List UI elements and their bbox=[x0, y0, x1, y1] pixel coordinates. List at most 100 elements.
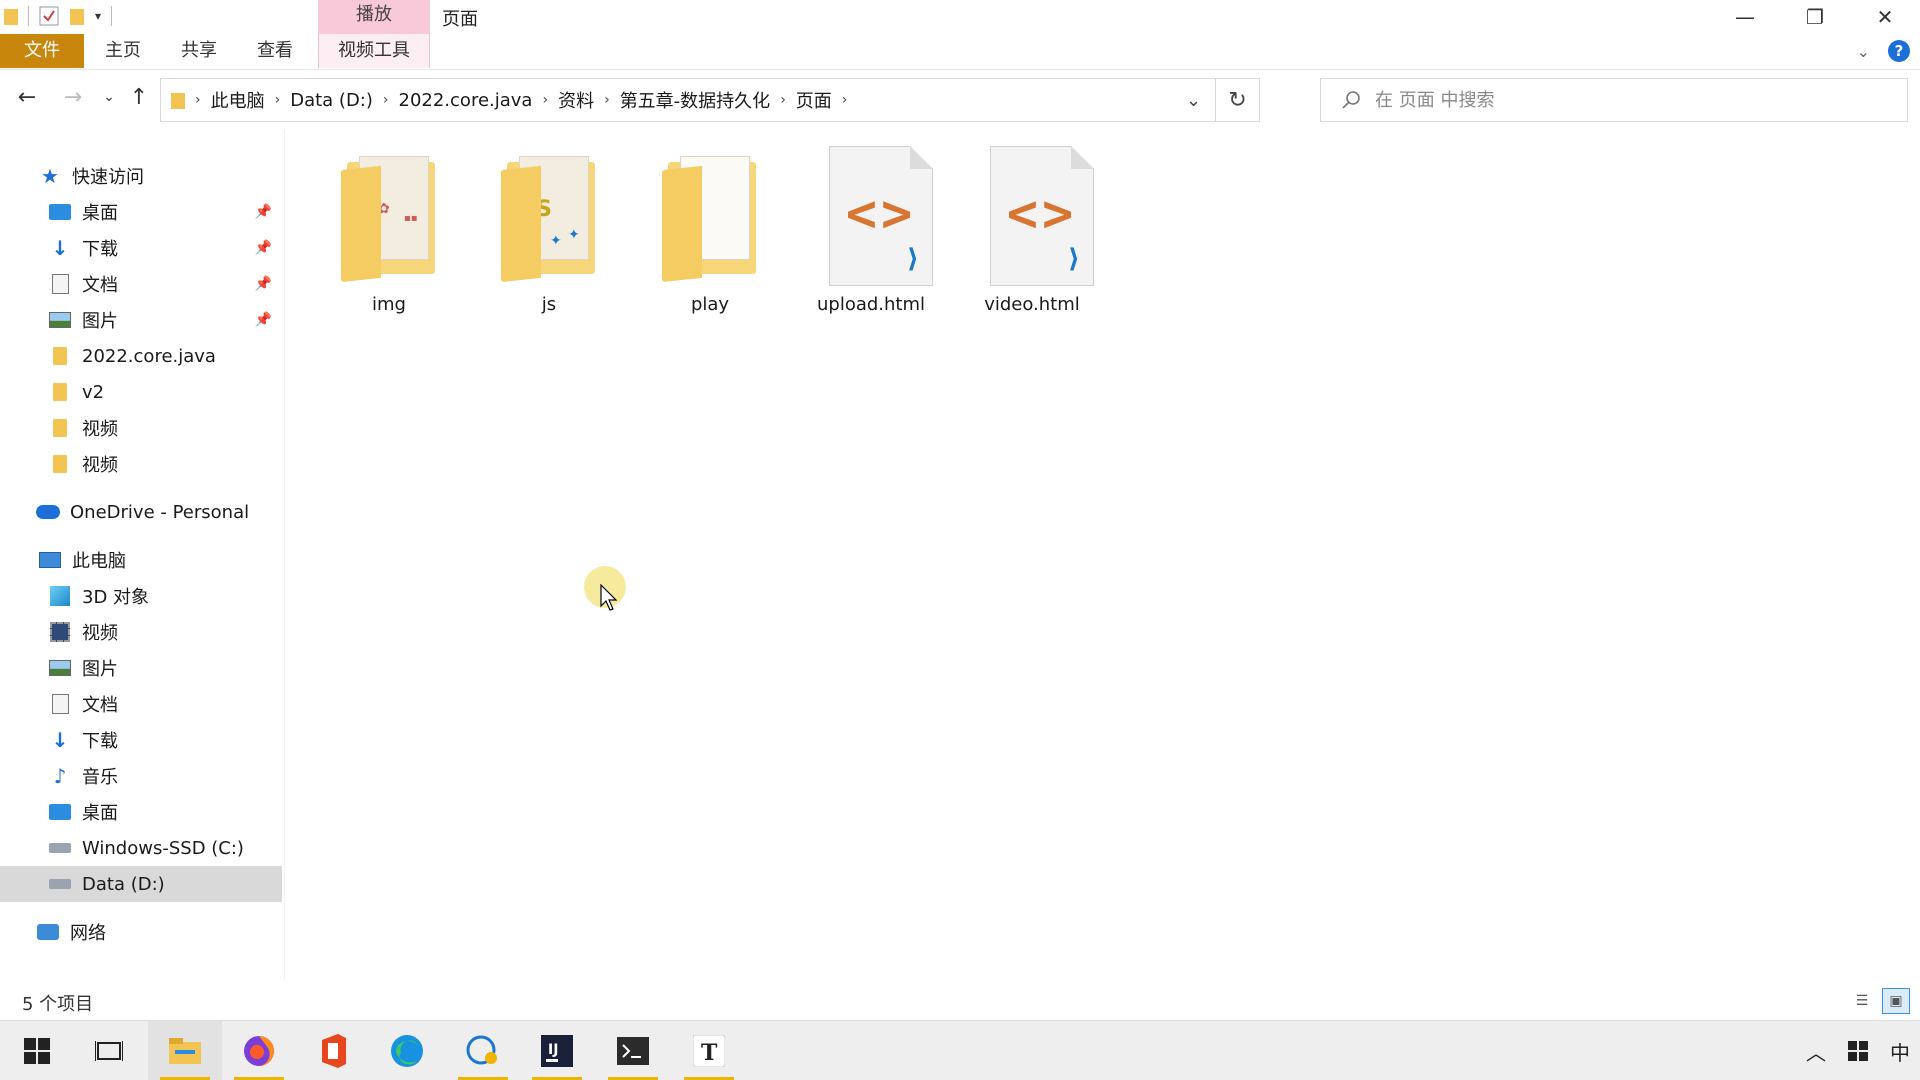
new-folder-icon[interactable] bbox=[69, 6, 85, 26]
chevron-right-icon[interactable]: › bbox=[275, 92, 281, 108]
details-view-icon[interactable]: ☰ bbox=[1848, 988, 1876, 1014]
up-button[interactable]: ↑ bbox=[124, 82, 154, 112]
nav-drive-c[interactable]: Windows-SSD (C:) bbox=[0, 830, 282, 866]
back-button[interactable]: ← bbox=[12, 82, 42, 112]
vscode-icon: ⟩ bbox=[907, 244, 919, 274]
nav-pc-pictures[interactable]: 图片 bbox=[0, 650, 282, 686]
crumb-core-java[interactable]: 2022.core.java bbox=[399, 90, 533, 111]
close-button[interactable]: ✕ bbox=[1850, 0, 1920, 34]
nav-pc-desktop[interactable]: 桌面 bbox=[0, 794, 282, 830]
chevron-right-icon[interactable]: › bbox=[604, 92, 610, 108]
expand-ribbon-icon[interactable]: ⌄ bbox=[1857, 42, 1870, 61]
address-row: ← → ⌄ ↑ › 此电脑 › Data (D:) › 2022.core.ja… bbox=[0, 72, 1920, 128]
pin-icon[interactable]: 📌 bbox=[255, 240, 272, 256]
nav-drive-d[interactable]: Data (D:) bbox=[0, 866, 282, 902]
nav-downloads[interactable]: ↓ 下载 📌 bbox=[0, 230, 282, 266]
recent-locations-icon[interactable]: ⌄ bbox=[94, 82, 124, 112]
nav-folder-core-java[interactable]: 2022.core.java bbox=[0, 338, 282, 374]
nav-pictures[interactable]: 图片 📌 bbox=[0, 302, 282, 338]
cube-icon bbox=[48, 585, 72, 607]
forward-button[interactable]: → bbox=[58, 82, 88, 112]
search-box[interactable] bbox=[1320, 78, 1908, 122]
file-item-video-html[interactable]: <> ⟩ video.html bbox=[952, 140, 1112, 320]
nav-documents[interactable]: 文档 📌 bbox=[0, 266, 282, 302]
nav-3d-objects[interactable]: 3D 对象 bbox=[0, 578, 282, 614]
tab-video-tools[interactable]: 视频工具 bbox=[318, 34, 430, 68]
nav-music[interactable]: ♪ 音乐 bbox=[0, 758, 282, 794]
chevron-right-icon[interactable]: › bbox=[780, 92, 786, 108]
nav-label: 此电脑 bbox=[72, 551, 126, 572]
taskbar-intellij[interactable]: IJ bbox=[520, 1021, 594, 1080]
computer-icon bbox=[38, 549, 62, 571]
nav-quick-access[interactable]: ★ 快速访问 bbox=[0, 158, 282, 194]
pin-icon[interactable]: 📌 bbox=[255, 276, 272, 292]
folder-icon: JS✦✦ bbox=[489, 140, 609, 290]
edge-icon bbox=[391, 1035, 423, 1067]
nav-folder-video-1[interactable]: 视频 bbox=[0, 410, 282, 446]
chevron-right-icon[interactable]: › bbox=[195, 92, 201, 108]
file-name: play bbox=[690, 294, 730, 315]
pin-icon[interactable]: 📌 bbox=[255, 312, 272, 328]
nav-folder-v2[interactable]: v2 bbox=[0, 374, 282, 410]
ime-mode-icon[interactable] bbox=[1848, 1041, 1868, 1061]
nav-label: 图片 bbox=[82, 659, 118, 680]
restore-button[interactable]: ❐ bbox=[1780, 0, 1850, 34]
navigation-pane: ★ 快速访问 桌面 📌 ↓ 下载 📌 文档 📌 图片 📌 2022.core.j… bbox=[0, 130, 284, 980]
tab-share[interactable]: 共享 bbox=[164, 34, 234, 68]
pane-splitter[interactable] bbox=[284, 130, 285, 980]
refresh-icon[interactable]: ↻ bbox=[1215, 79, 1259, 121]
nav-this-pc[interactable]: 此电脑 bbox=[0, 542, 282, 578]
taskbar-office[interactable] bbox=[296, 1021, 370, 1080]
tab-home[interactable]: 主页 bbox=[88, 34, 158, 68]
file-explorer-icon bbox=[169, 1038, 201, 1064]
crumb-this-pc[interactable]: 此电脑 bbox=[211, 87, 265, 113]
help-icon[interactable]: ? bbox=[1888, 40, 1910, 62]
file-item-upload-html[interactable]: <> ⟩ upload.html bbox=[791, 140, 951, 320]
crumb-chapter5[interactable]: 第五章-数据持久化 bbox=[620, 87, 771, 113]
large-icons-view-icon[interactable]: ▣ bbox=[1882, 988, 1910, 1014]
typora-icon: T bbox=[693, 1035, 725, 1067]
taskbar-edge[interactable] bbox=[370, 1021, 444, 1080]
properties-icon[interactable] bbox=[39, 6, 59, 26]
file-item-play[interactable]: play bbox=[630, 140, 790, 320]
nav-label: 网络 bbox=[70, 923, 106, 944]
nav-network[interactable]: 网络 bbox=[0, 914, 282, 950]
nav-onedrive[interactable]: OneDrive - Personal bbox=[0, 494, 282, 530]
customize-qat-icon[interactable]: ▾ bbox=[95, 9, 101, 23]
nav-folder-video-2[interactable]: 视频 bbox=[0, 446, 282, 482]
nav-videos[interactable]: 视频 bbox=[0, 614, 282, 650]
pin-icon[interactable]: 📌 bbox=[255, 204, 272, 220]
chevron-right-icon[interactable]: › bbox=[842, 92, 848, 108]
taskbar-firefox[interactable] bbox=[222, 1021, 296, 1080]
task-view-button[interactable] bbox=[72, 1021, 146, 1080]
folder-icon bbox=[48, 453, 72, 475]
taskbar-terminal[interactable] bbox=[596, 1021, 670, 1080]
address-dropdown-icon[interactable]: ⌄ bbox=[1171, 79, 1215, 121]
nav-pc-documents[interactable]: 文档 bbox=[0, 686, 282, 722]
show-hidden-icons-icon[interactable]: ︿ bbox=[1806, 1037, 1826, 1066]
tab-file[interactable]: 文件 bbox=[0, 34, 84, 68]
taskbar-chat[interactable] bbox=[446, 1021, 520, 1080]
address-bar[interactable]: › 此电脑 › Data (D:) › 2022.core.java › 资料 … bbox=[160, 78, 1260, 122]
input-language-indicator[interactable]: 中 bbox=[1890, 1037, 1910, 1066]
folder-icon bbox=[48, 381, 72, 403]
chevron-right-icon[interactable]: › bbox=[542, 92, 548, 108]
separator bbox=[111, 6, 113, 26]
minimize-button[interactable]: — bbox=[1710, 0, 1780, 34]
nav-desktop[interactable]: 桌面 📌 bbox=[0, 194, 282, 230]
taskbar-file-explorer[interactable] bbox=[148, 1021, 222, 1080]
start-button[interactable] bbox=[0, 1021, 74, 1080]
title-bar: ▾ 播放 页面 — ❐ ✕ bbox=[0, 0, 1920, 34]
taskbar-typora[interactable]: T bbox=[672, 1021, 746, 1080]
chevron-right-icon[interactable]: › bbox=[383, 92, 389, 108]
crumb-pages[interactable]: 页面 bbox=[796, 87, 832, 113]
tab-view[interactable]: 查看 bbox=[240, 34, 310, 68]
nav-label: 2022.core.java bbox=[82, 345, 216, 367]
search-input[interactable] bbox=[1375, 89, 1855, 111]
crumb-materials[interactable]: 资料 bbox=[558, 87, 594, 113]
file-item-js[interactable]: JS✦✦ js bbox=[469, 140, 629, 320]
crumb-data-d[interactable]: Data (D:) bbox=[290, 90, 373, 111]
nav-pc-downloads[interactable]: ↓ 下载 bbox=[0, 722, 282, 758]
file-name: img bbox=[372, 294, 406, 315]
file-item-img[interactable]: ✿ ▪▪ img bbox=[309, 140, 469, 320]
